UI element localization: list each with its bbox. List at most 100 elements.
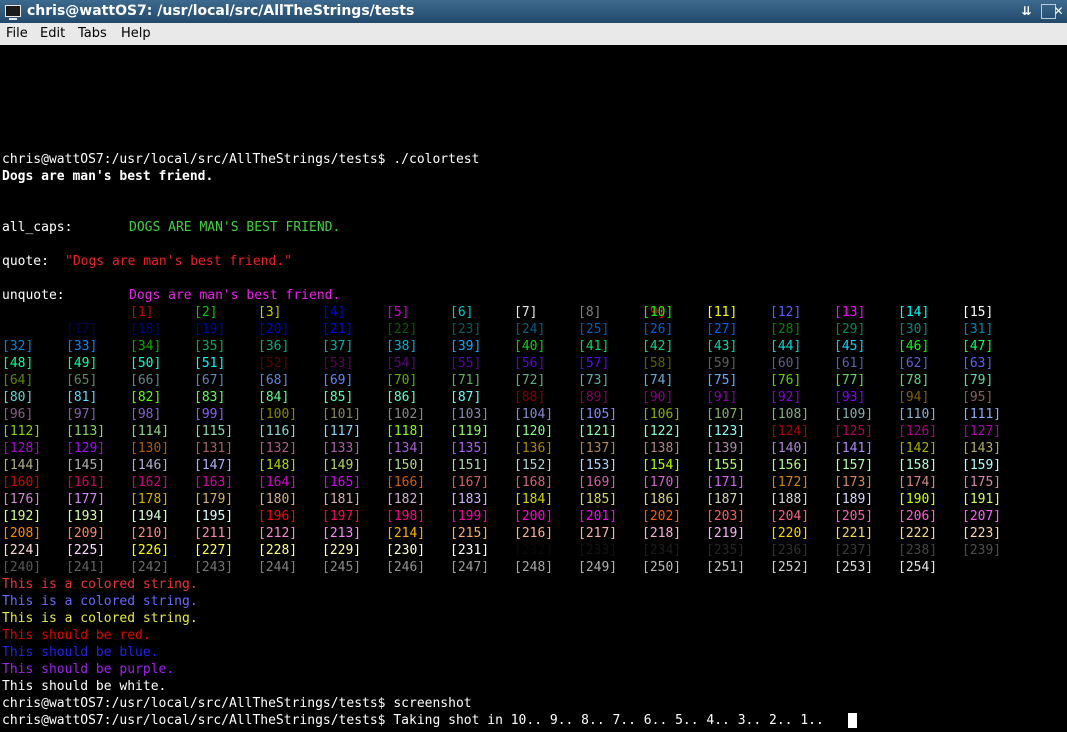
menu-bar: File Edit Tabs Help (0, 23, 1067, 45)
color-cell-112: [112] (2, 424, 42, 439)
color-cell-139: [139] (706, 441, 746, 456)
color-cell-245: [245] (322, 560, 362, 575)
color-cell-212: [212] (258, 526, 298, 541)
color-cell-178: [178] (130, 492, 170, 507)
color-cell-67: [67] (194, 373, 226, 388)
color-cell-86: [86] (386, 390, 418, 405)
color-cell-223: [223] (962, 526, 1002, 541)
menu-help[interactable]: Help (121, 26, 151, 41)
color-cell-198: [198] (386, 509, 426, 524)
color-cell-137: [137] (578, 441, 618, 456)
quote-label: quote: (2, 254, 49, 269)
color-cell-105: [105] (578, 407, 618, 422)
unquote-label: unquote: (2, 288, 65, 303)
color-cell-179: [179] (194, 492, 234, 507)
color-cell-219: [219] (706, 526, 746, 541)
color-cell-250: [250] (642, 560, 682, 575)
color-cell-143: [143] (962, 441, 1002, 456)
color-cell-211: [211] (194, 526, 234, 541)
color-cell-204: [204] (770, 509, 810, 524)
color-cell-249: [249] (578, 560, 618, 575)
color-cell-182: [182] (386, 492, 426, 507)
color-cell-25: [25] (578, 322, 610, 337)
color-cell-215: [215] (450, 526, 490, 541)
color-cell-36: [36] (258, 339, 290, 354)
color-cell-51: [51] (194, 356, 226, 371)
color-cell-243: [243] (194, 560, 234, 575)
menu-edit[interactable]: Edit (40, 26, 65, 41)
color-cell-60: [60] (770, 356, 802, 371)
color-cell-180: [180] (258, 492, 298, 507)
color-cell-32: [32] (2, 339, 34, 354)
color-cell-228: [228] (258, 543, 298, 558)
color-cell-226: [226] (130, 543, 170, 558)
color-cell-169: [169] (578, 475, 618, 490)
color-cell-78: [78] (898, 373, 930, 388)
color-cell-85: [85] (322, 390, 354, 405)
minimize-icon[interactable]: ⇊ (1018, 3, 1035, 20)
color-cell-30: [30] (898, 322, 930, 337)
color-cell-253: [253] (834, 560, 874, 575)
menu-file[interactable]: File (6, 26, 28, 41)
color-cell-147: [147] (194, 458, 234, 473)
color-cell-247: [247] (450, 560, 490, 575)
color-cell-254: [254] (898, 560, 938, 575)
color-cell-171: [171] (706, 475, 746, 490)
color-cell-93: [93] (834, 390, 866, 405)
color-cell-136: [136] (514, 441, 554, 456)
color-cell-225: [225] (66, 543, 106, 558)
color-cell-234: [234] (642, 543, 682, 558)
menu-tabs[interactable]: Tabs (78, 26, 107, 41)
color-cell-76: [76] (770, 373, 802, 388)
color-cell-140: [140] (770, 441, 810, 456)
color-cell-107: [107] (706, 407, 746, 422)
prompt-line-screenshot: chris@wattOS7:/usr/local/src/AllTheStrin… (2, 696, 472, 711)
color-cell-232: [232] (514, 543, 554, 558)
color-cell-186: [186] (642, 492, 682, 507)
color-cell-72: [72] (514, 373, 546, 388)
color-cell-195: [195] (194, 509, 234, 524)
color-cell-21: [21] (322, 322, 354, 337)
color-cell-237: [237] (834, 543, 874, 558)
color-cell-15: [15] (962, 305, 994, 320)
color-cell-163: [163] (194, 475, 234, 490)
color-cell-189: [189] (834, 492, 874, 507)
color-cell-242: [242] (130, 560, 170, 575)
color-cell-22: [22] (386, 322, 418, 337)
color-cell-114: [114] (130, 424, 170, 439)
color-cell-145: [145] (66, 458, 106, 473)
color-cell-24: [24] (514, 322, 546, 337)
color-cell-108: [108] (770, 407, 810, 422)
color-cell-121: [121] (578, 424, 618, 439)
close-icon[interactable]: ✕ (1050, 3, 1067, 20)
color-cell-34: [34] (130, 339, 162, 354)
colored-string-line: This is a colored string. (2, 611, 198, 626)
color-cell-2: [2] (194, 305, 218, 320)
color-cell-172: [172] (770, 475, 810, 490)
color-cell-16: [16] (2, 322, 34, 337)
color-cell-5: [5] (386, 305, 410, 320)
dogs-line: Dogs are man's best friend. (2, 169, 214, 184)
color-cell-44: [44] (770, 339, 802, 354)
color-cell-100: [100] (258, 407, 298, 422)
color-cell-181: [181] (322, 492, 362, 507)
color-cell-120: [120] (514, 424, 554, 439)
colored-string-line: This should be red. (2, 628, 151, 643)
color-cell-230: [230] (386, 543, 426, 558)
quote-value: "Dogs are man's best friend." (65, 254, 292, 269)
color-cell-208: [208] (2, 526, 42, 541)
unquote-value: Dogs are man's best friend. (129, 288, 341, 303)
colored-string-line: This should be white. (2, 679, 167, 694)
terminal-output[interactable]: chris@wattOS7:/usr/local/src/AllTheStrin… (0, 45, 1067, 732)
color-cell-115: [115] (194, 424, 234, 439)
color-cell-144: [144] (2, 458, 42, 473)
color-cell-49: [49] (66, 356, 98, 371)
color-cell-236: [236] (770, 543, 810, 558)
color-cell-235: [235] (706, 543, 746, 558)
color-cell-217: [217] (578, 526, 618, 541)
color-cell-41: [41] (578, 339, 610, 354)
color-cell-65: [65] (66, 373, 98, 388)
color-cell-168: [168] (514, 475, 554, 490)
color-cell-176: [176] (2, 492, 42, 507)
color-cell-110: [110] (898, 407, 938, 422)
